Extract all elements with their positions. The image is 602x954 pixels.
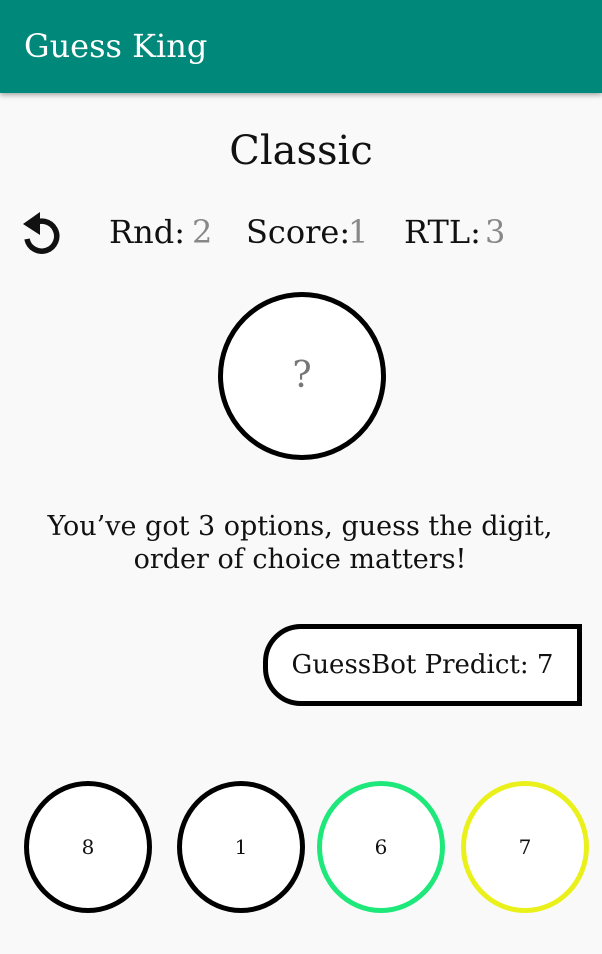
option-label: 6 bbox=[374, 835, 388, 859]
instructions-text: You’ve got 3 options, guess the digit, o… bbox=[20, 510, 580, 576]
app-bar: Guess King bbox=[0, 0, 602, 93]
reset-button[interactable] bbox=[16, 208, 66, 258]
score-value: 1 bbox=[348, 213, 369, 251]
option-label: 1 bbox=[234, 835, 248, 859]
option-button-3[interactable]: 6 bbox=[317, 781, 445, 913]
rtl-label: RTL: bbox=[404, 213, 481, 251]
rtl-value: 3 bbox=[485, 213, 506, 251]
mystery-digit-circle: ? bbox=[218, 292, 386, 460]
option-button-4[interactable]: 7 bbox=[461, 781, 589, 913]
app-title: Guess King bbox=[24, 27, 208, 65]
round-label: Rnd: bbox=[109, 213, 185, 251]
rotate-left-icon bbox=[23, 212, 60, 254]
mystery-digit: ? bbox=[292, 355, 312, 396]
instructions-line-2: order of choice matters! bbox=[133, 544, 467, 575]
option-button-1[interactable]: 8 bbox=[24, 781, 152, 913]
guessbot-predict-button[interactable]: GuessBot Predict: 7 bbox=[263, 624, 582, 706]
option-button-2[interactable]: 1 bbox=[177, 781, 305, 913]
option-label: 7 bbox=[518, 835, 532, 859]
score-label: Score: bbox=[246, 213, 351, 251]
instructions-line-1: You’ve got 3 options, guess the digit, bbox=[47, 511, 553, 542]
option-label: 8 bbox=[81, 835, 95, 859]
guessbot-predict-label: GuessBot Predict: 7 bbox=[291, 650, 554, 680]
mode-title: Classic bbox=[229, 128, 373, 174]
round-value: 2 bbox=[192, 213, 213, 251]
